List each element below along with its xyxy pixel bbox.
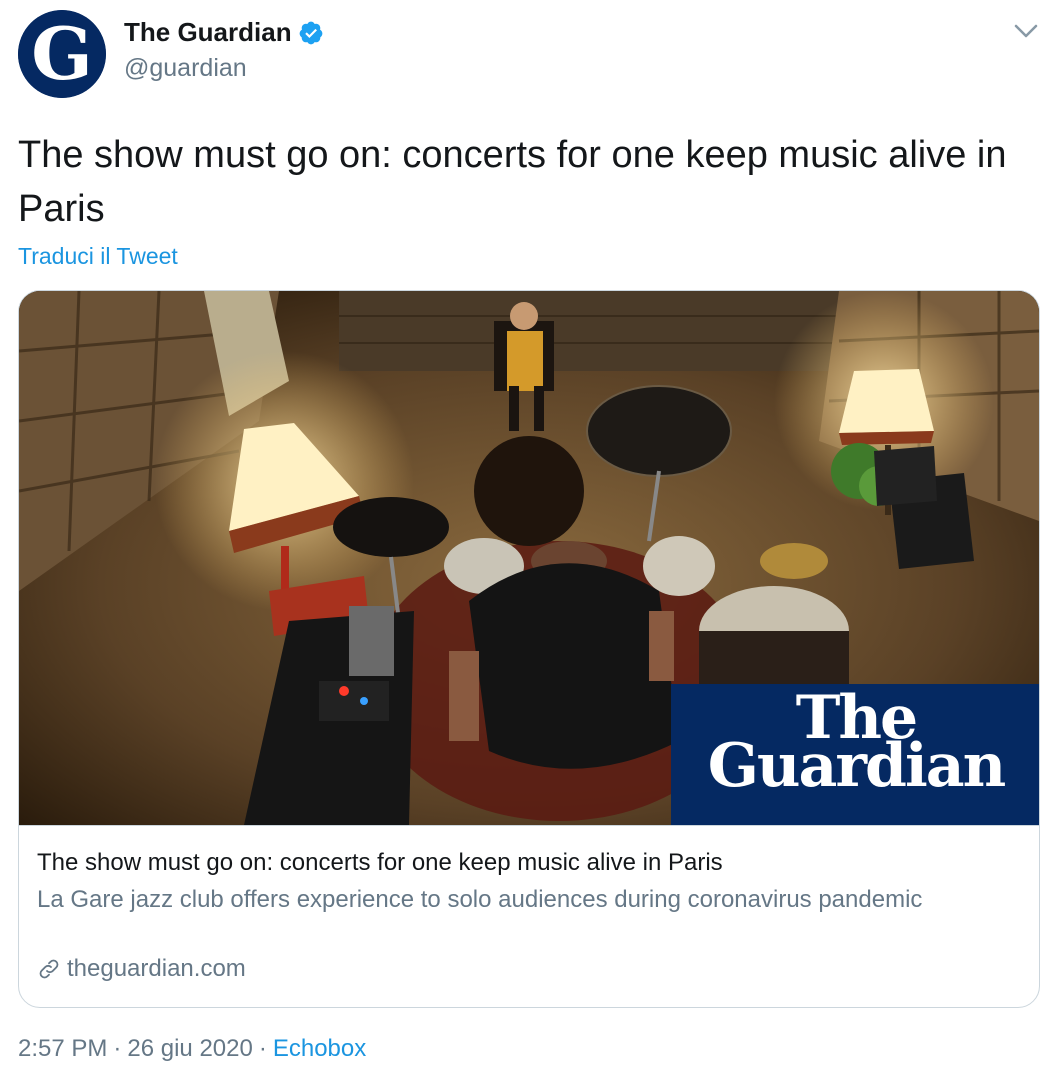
link-icon	[37, 957, 61, 981]
card-body: The show must go on: concerts for one ke…	[19, 825, 1039, 982]
link-card[interactable]: The Guardian The show must go on: concer…	[18, 290, 1040, 1008]
brand-line-guardian: Guardian	[707, 731, 1007, 801]
guardian-logo-icon: G	[18, 10, 106, 98]
tweet-text: The show must go on: concerts for one ke…	[18, 134, 1007, 230]
verified-badge-icon	[298, 20, 324, 46]
chevron-down-icon[interactable]	[1012, 20, 1040, 42]
svg-text:G: G	[31, 11, 93, 96]
guardian-wordmark: The Guardian	[691, 688, 1021, 801]
guardian-brand-panel: The Guardian	[671, 684, 1039, 825]
card-description: La Gare jazz club offers experience to s…	[37, 886, 923, 913]
tweet-time[interactable]: 2:57 PM	[18, 1035, 107, 1063]
card-title[interactable]: The show must go on: concerts for one ke…	[37, 847, 1027, 879]
tweet-date[interactable]: 26 giu 2020	[127, 1035, 252, 1063]
card-image[interactable]: The Guardian	[19, 291, 1039, 825]
card-domain[interactable]: theguardian.com	[37, 955, 246, 983]
meta-separator: ·	[113, 1035, 122, 1062]
meta-separator: ·	[258, 1035, 267, 1062]
tweet-source-link[interactable]: Echobox	[273, 1035, 366, 1063]
avatar[interactable]: G	[18, 10, 106, 98]
card-domain-text: theguardian.com	[67, 955, 246, 982]
translate-tweet-link[interactable]: Traduci il Tweet	[18, 243, 178, 270]
tweet: G The Guardian @guardian The show must g…	[0, 0, 1056, 1080]
author-handle[interactable]: @guardian	[124, 54, 247, 83]
tweet-meta: 2:57 PM · 26 giu 2020 · Echobox	[18, 1035, 366, 1063]
author-name-row: The Guardian	[124, 17, 324, 48]
display-name[interactable]: The Guardian	[124, 17, 292, 48]
